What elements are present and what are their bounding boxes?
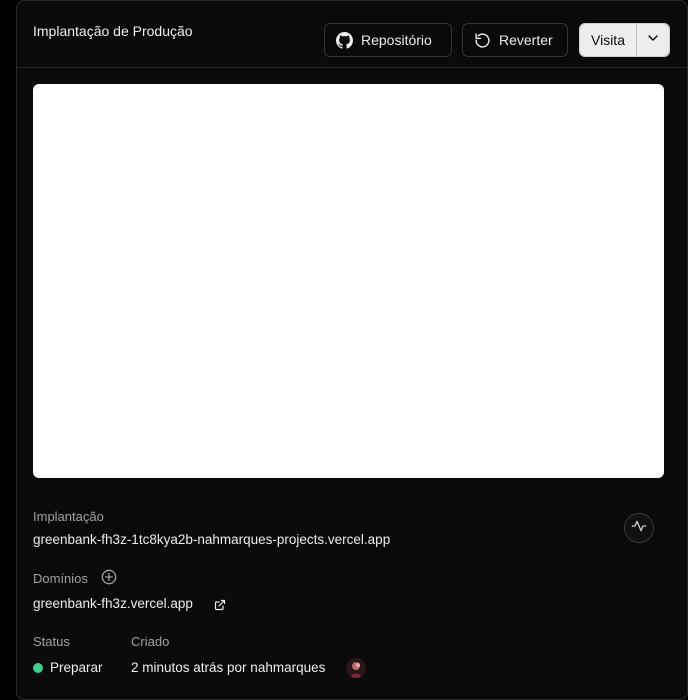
deployment-label: Implantação: [33, 509, 104, 524]
status-value: Preparar: [50, 660, 103, 675]
revert-label: Reverter: [499, 32, 553, 48]
domains-label: Domínios: [33, 571, 88, 586]
deployment-url[interactable]: greenbank-fh3z-1tc8kya2b-nahmarques-proj…: [33, 532, 390, 547]
revert-button[interactable]: Reverter: [462, 23, 568, 57]
status-label: Status: [33, 634, 70, 649]
created-value: 2 minutos atrás por nahmarques: [131, 660, 326, 675]
visit-menu-button[interactable]: [637, 24, 669, 56]
card-header: Implantação de Produção Repositório Reve…: [17, 1, 687, 68]
deployment-preview[interactable]: [33, 84, 664, 478]
visit-button[interactable]: Visita: [580, 24, 637, 56]
revert-icon: [474, 32, 491, 49]
created-label: Criado: [131, 634, 170, 649]
deployment-card: Implantação de Produção Repositório Reve…: [16, 0, 688, 700]
visit-label: Visita: [591, 32, 625, 48]
avatar[interactable]: [346, 658, 366, 678]
add-domain-button[interactable]: [101, 569, 117, 590]
activity-icon: [631, 518, 647, 539]
status-dot: [33, 663, 43, 673]
chevron-down-icon: [645, 30, 661, 51]
activity-button[interactable]: [624, 513, 654, 543]
domain-url[interactable]: greenbank-fh3z.vercel.app: [33, 596, 193, 611]
repository-button[interactable]: Repositório: [324, 23, 452, 57]
plus-circle-icon: [101, 569, 117, 590]
visit-split-button: Visita: [579, 23, 670, 57]
github-icon: [336, 31, 353, 49]
repository-label: Repositório: [361, 32, 432, 48]
page-title: Implantação de Produção: [33, 23, 193, 39]
external-link-icon[interactable]: [214, 598, 226, 616]
